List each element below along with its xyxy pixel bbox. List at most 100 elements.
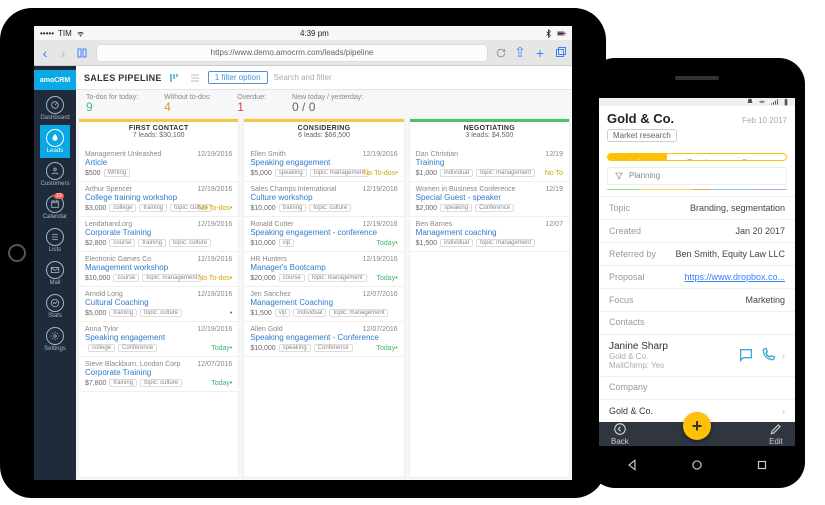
back-button[interactable]: Back (611, 422, 629, 446)
sidebar-item-customers[interactable]: Customers (40, 158, 69, 191)
tag[interactable]: Conference (475, 204, 514, 212)
tag[interactable]: individual (440, 169, 473, 177)
lead-card[interactable]: Lendahand.orgCorporate Training$2,800cou… (79, 217, 238, 252)
field-row[interactable]: CreatedJan 20 2017 (599, 220, 795, 243)
carrier-name: TIM (58, 29, 72, 38)
tag[interactable]: Conference (118, 344, 157, 352)
card-price: $5,000 (250, 170, 271, 177)
edit-button[interactable]: Edit (769, 422, 783, 446)
tag[interactable]: speaking (279, 344, 311, 352)
tag[interactable]: college (109, 204, 136, 212)
progress-segment (639, 189, 693, 190)
lead-card[interactable]: Electronic Games CoManagement workshop$1… (79, 252, 238, 287)
tag[interactable]: course (109, 239, 135, 247)
filter-chip[interactable]: 1 filter option (208, 71, 268, 84)
lead-card[interactable]: Allen GoldSpeaking engagement - Conferen… (244, 322, 403, 357)
lead-card[interactable]: HR HuntersManager's Bootcamp$20,000cours… (244, 252, 403, 287)
tag[interactable]: topic: culture (140, 309, 182, 317)
list-view-icon[interactable] (188, 71, 202, 85)
planning-label: Planning (629, 171, 660, 180)
field-row[interactable]: TopicBranding, segmentation (599, 197, 795, 220)
field-row[interactable]: Referred byBen Smith, Equity Law LLC (599, 243, 795, 266)
tag[interactable]: training (109, 309, 137, 317)
sidebar-item-mail[interactable]: Mail (40, 257, 69, 290)
tag[interactable]: course (279, 274, 305, 282)
call-icon[interactable] (760, 347, 776, 365)
signal-icon (770, 98, 778, 106)
contacts-section: Contacts (599, 312, 795, 335)
sidebar-item-dashboard[interactable]: Dashboard (40, 92, 69, 125)
nav-recent-icon[interactable] (755, 458, 769, 472)
tab-feed[interactable]: Feed (667, 154, 726, 160)
lead-card[interactable]: Dan ChristianTraining$1,000individualtop… (410, 147, 569, 182)
tag[interactable]: topic: management (310, 169, 369, 177)
search-input[interactable]: Search and filter (274, 73, 332, 82)
sidebar-item-lists[interactable]: Lists (40, 224, 69, 257)
tag[interactable]: topic: management (476, 239, 535, 247)
tag[interactable]: speaking (440, 204, 472, 212)
pipeline-view-icon[interactable] (168, 71, 182, 85)
tabs-icon[interactable] (554, 47, 566, 59)
lead-card[interactable]: Arnold LongCultural Coaching$5,000traini… (79, 287, 238, 322)
tag[interactable]: topic: culture (140, 379, 182, 387)
sidebar-item-calendar[interactable]: Calendar19 (40, 191, 69, 224)
lead-card[interactable]: Anna TylorSpeaking engagementcollegeConf… (79, 322, 238, 357)
tag[interactable]: training (139, 204, 167, 212)
reload-icon[interactable] (496, 48, 506, 58)
tag[interactable]: vip (279, 239, 295, 247)
back-button[interactable]: ‹ (40, 45, 50, 61)
contact-row[interactable]: Janine Sharp Gold & Co. MailChimp: Yes › (599, 335, 795, 377)
bookmarks-icon[interactable] (76, 47, 88, 59)
field-row[interactable]: Proposal https://www.dropbox.co... (599, 266, 795, 289)
lead-card[interactable]: Ronald CutterSpeaking engagement - confe… (244, 217, 403, 252)
tag[interactable]: topic: management (329, 309, 388, 317)
share-icon[interactable]: ⇪ (514, 44, 526, 61)
tag[interactable]: college (88, 344, 115, 352)
tag[interactable]: topic: culture (169, 239, 211, 247)
sidebar-item-settings[interactable]: Settings (40, 323, 69, 356)
field-label: Proposal (609, 272, 645, 282)
battery-icon (782, 98, 790, 106)
tag[interactable]: training (138, 239, 166, 247)
pipeline-stage-chip[interactable]: Market research (607, 129, 677, 142)
lead-card[interactable]: Women in Business ConferenceSpecial Gues… (410, 182, 569, 217)
column-header: FIRST CONTACT7 leads: $30,100 (79, 119, 238, 147)
lead-card[interactable]: Ben BarnesManagement coaching$1,500indiv… (410, 217, 569, 252)
nav-back-icon[interactable] (625, 458, 639, 472)
new-tab-icon[interactable]: + (534, 45, 546, 61)
tag[interactable]: training (279, 204, 307, 212)
chat-icon[interactable] (738, 347, 754, 365)
sidebar-item-leads[interactable]: Leads (40, 125, 69, 158)
forward-button[interactable]: › (58, 45, 68, 61)
planning-selector[interactable]: Planning (607, 167, 787, 185)
tab-due[interactable]: Due (727, 154, 786, 160)
tag[interactable]: topic: management (142, 274, 201, 282)
lead-card[interactable]: Sales Champs InternationalCulture worksh… (244, 182, 403, 217)
tab-info[interactable]: Info (608, 154, 667, 160)
tablet-home-button[interactable] (8, 244, 26, 262)
sidebar-item-stats[interactable]: Stats (40, 290, 69, 323)
card-date: 12/07/2016 (363, 291, 398, 298)
lead-card[interactable]: Steve Blackburn, London CorpCorporate Tr… (79, 357, 238, 392)
tag[interactable]: individual (440, 239, 473, 247)
lead-card[interactable]: Jen SanchezManagement Coaching$1,500vipi… (244, 287, 403, 322)
tag[interactable]: topic: management (476, 169, 535, 177)
lead-card[interactable]: Ellen SmithSpeaking engagement$5,000spea… (244, 147, 403, 182)
tag[interactable]: speaking (275, 169, 307, 177)
tag[interactable]: vip (275, 309, 291, 317)
tag[interactable]: topic: culture (309, 204, 351, 212)
tag[interactable]: course (113, 274, 139, 282)
tag[interactable]: Conference (314, 344, 353, 352)
tag[interactable]: topic: management (308, 274, 367, 282)
field-row[interactable]: FocusMarketing (599, 289, 795, 312)
lead-card[interactable]: Arthur SpencerCollege training workshop$… (79, 182, 238, 217)
field-value: Ben Smith, Equity Law LLC (675, 249, 785, 259)
lead-card[interactable]: Management UnleashedArticle$500Writing12… (79, 147, 238, 182)
url-bar[interactable]: https://www.demo.amocrm.com/leads/pipeli… (96, 44, 488, 62)
fab-add-button[interactable]: + (683, 412, 711, 440)
nav-home-icon[interactable] (690, 458, 704, 472)
tag[interactable]: individual (293, 309, 326, 317)
tag[interactable]: Writing (104, 169, 131, 177)
field-value[interactable]: https://www.dropbox.co... (684, 272, 785, 282)
tag[interactable]: training (109, 379, 137, 387)
